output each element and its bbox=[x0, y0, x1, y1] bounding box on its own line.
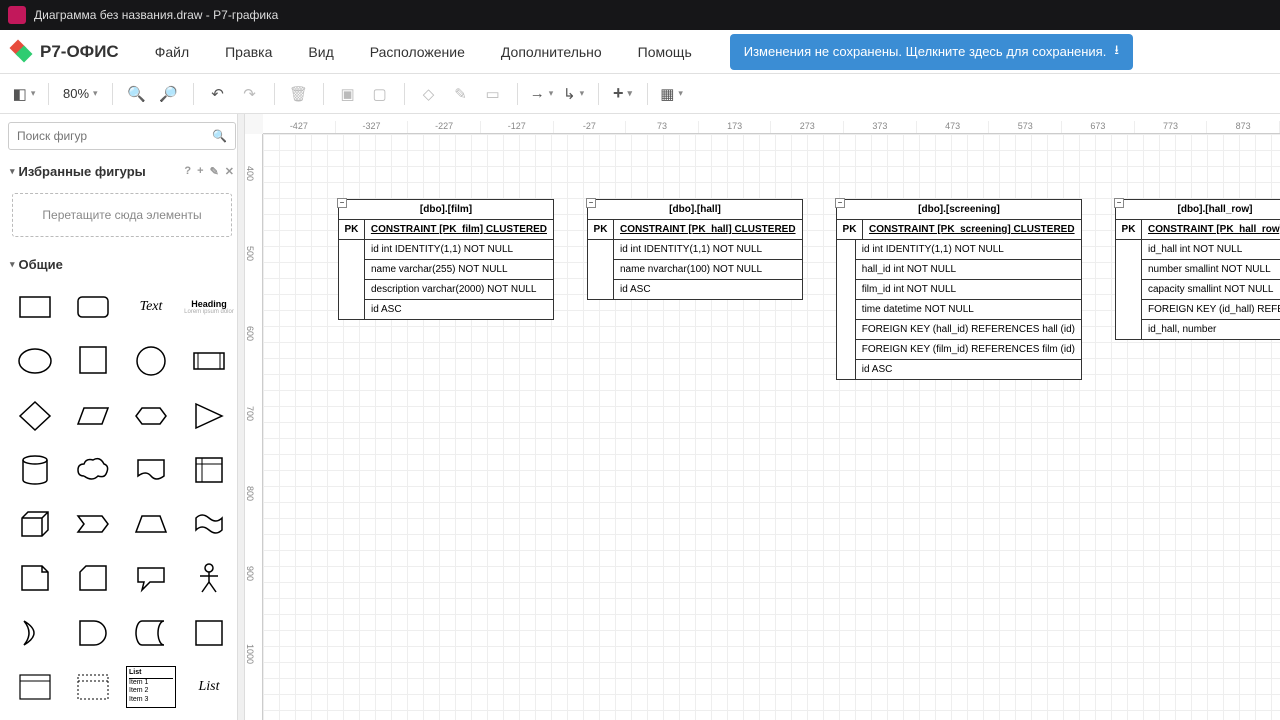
shape-card[interactable] bbox=[68, 557, 118, 599]
shape-cloud[interactable] bbox=[68, 449, 118, 491]
insert-button[interactable]: +▾ bbox=[609, 80, 637, 108]
toolbar: ◧▾ 80%▾ 🔍 🔎 ↶ ↷ 🗑 ▣ ▢ ◇ ✎ ▭ →▾ ↳▾ +▾ ▦▾ bbox=[0, 74, 1280, 114]
shape-parallelogram[interactable] bbox=[68, 395, 118, 437]
shape-process[interactable] bbox=[184, 340, 234, 382]
collapse-icon[interactable]: − bbox=[1114, 198, 1124, 208]
search-input[interactable] bbox=[17, 129, 212, 143]
menu-view[interactable]: Вид bbox=[290, 44, 351, 60]
shape-step[interactable] bbox=[68, 503, 118, 545]
favorites-panel-header[interactable]: ▾Избранные фигуры ? + ✎ ✕ bbox=[0, 158, 244, 185]
shape-internal-storage[interactable] bbox=[184, 449, 234, 491]
shape-list-text[interactable]: List bbox=[184, 666, 234, 708]
db-table-hall_row[interactable]: − [dbo].[hall_row] PKCONSTRAINT [PK_hall… bbox=[1115, 199, 1280, 340]
to-front-button[interactable]: ▣ bbox=[334, 80, 362, 108]
logo-icon bbox=[10, 40, 34, 64]
collapse-icon[interactable]: − bbox=[337, 198, 347, 208]
canvas-area: -427-327-227-127-27731732733734735736737… bbox=[245, 114, 1280, 720]
shape-tape[interactable] bbox=[184, 503, 234, 545]
db-table-film[interactable]: − [dbo].[film] PKCONSTRAINT [PK_film] CL… bbox=[338, 199, 554, 320]
redo-button[interactable]: ↷ bbox=[236, 80, 264, 108]
shape-heading[interactable]: HeadingLorem ipsum dolor bbox=[184, 286, 234, 328]
shape-and[interactable] bbox=[68, 612, 118, 654]
shape-list-items[interactable]: ListItem 1Item 2Item 3 bbox=[126, 666, 176, 708]
save-banner[interactable]: Изменения не сохранены. Щелкните здесь д… bbox=[730, 34, 1133, 70]
shape-diamond[interactable] bbox=[10, 395, 60, 437]
app-logo: Р7-ОФИС bbox=[10, 40, 119, 64]
logo-text: Р7-ОФИС bbox=[40, 42, 119, 62]
common-panel-header[interactable]: ▾Общие bbox=[0, 251, 244, 278]
edit-icon[interactable]: ✎ bbox=[210, 165, 219, 178]
menu-edit[interactable]: Правка bbox=[207, 44, 290, 60]
menubar: Р7-ОФИС Файл Правка Вид Расположение Доп… bbox=[0, 30, 1280, 74]
db-table-hall[interactable]: − [dbo].[hall] PKCONSTRAINT [PK_hall] CL… bbox=[587, 199, 803, 300]
shape-callout[interactable] bbox=[126, 557, 176, 599]
table-button[interactable]: ▦▾ bbox=[658, 80, 686, 108]
help-icon[interactable]: ? bbox=[184, 165, 191, 178]
sidebar-toggle-button[interactable]: ◧▾ bbox=[10, 80, 38, 108]
canvas[interactable]: − [dbo].[film] PKCONSTRAINT [PK_film] CL… bbox=[263, 134, 1280, 720]
shape-crescent[interactable] bbox=[10, 612, 60, 654]
shape-trapezoid[interactable] bbox=[126, 503, 176, 545]
zoom-out-button[interactable]: 🔎 bbox=[155, 80, 183, 108]
download-icon: ⭳ bbox=[1114, 41, 1119, 63]
shape-search[interactable]: 🔍 bbox=[8, 122, 236, 150]
favorites-drop-zone[interactable]: Перетащите сюда элементы bbox=[12, 193, 232, 237]
collapse-icon[interactable]: − bbox=[586, 198, 596, 208]
line-color-button[interactable]: ✎ bbox=[447, 80, 475, 108]
shape-triangle[interactable] bbox=[184, 395, 234, 437]
sidebar: 🔍 ▾Избранные фигуры ? + ✎ ✕ Перетащите с… bbox=[0, 114, 245, 720]
shape-cube[interactable] bbox=[10, 503, 60, 545]
window-title: Диаграмма без названия.draw - Р7-графика bbox=[34, 8, 278, 22]
shape-rect[interactable] bbox=[10, 286, 60, 328]
delete-button[interactable]: 🗑 bbox=[285, 80, 313, 108]
titlebar: Диаграмма без названия.draw - Р7-графика bbox=[0, 0, 1280, 30]
shape-document[interactable] bbox=[126, 449, 176, 491]
shape-square[interactable] bbox=[68, 340, 118, 382]
search-icon[interactable]: 🔍 bbox=[212, 129, 227, 143]
waypoints-button[interactable]: ↳▾ bbox=[560, 80, 588, 108]
zoom-select[interactable]: 80%▾ bbox=[59, 86, 102, 101]
shape-text[interactable]: Text bbox=[126, 286, 176, 328]
shape-cylinder[interactable] bbox=[10, 449, 60, 491]
shapes-palette: Text HeadingLorem ipsum dolor bbox=[0, 278, 244, 720]
shape-circle[interactable] bbox=[126, 340, 176, 382]
zoom-in-button[interactable]: 🔍 bbox=[123, 80, 151, 108]
shape-list-box[interactable] bbox=[10, 666, 60, 708]
menu-help[interactable]: Помощь bbox=[620, 44, 710, 60]
shadow-button[interactable]: ▭ bbox=[479, 80, 507, 108]
shape-actor[interactable] bbox=[184, 557, 234, 599]
undo-button[interactable]: ↶ bbox=[204, 80, 232, 108]
collapse-icon[interactable]: − bbox=[835, 198, 845, 208]
shape-note[interactable] bbox=[10, 557, 60, 599]
menu-file[interactable]: Файл bbox=[137, 44, 207, 60]
connection-button[interactable]: →▾ bbox=[528, 80, 556, 108]
add-icon[interactable]: + bbox=[197, 165, 203, 178]
fill-color-button[interactable]: ◇ bbox=[415, 80, 443, 108]
menu-arrange[interactable]: Расположение bbox=[352, 44, 483, 60]
to-back-button[interactable]: ▢ bbox=[366, 80, 394, 108]
db-table-screening[interactable]: − [dbo].[screening] PKCONSTRAINT [PK_scr… bbox=[836, 199, 1082, 380]
ruler-vertical: 4005006007008009001000 bbox=[245, 134, 263, 720]
menu-extras[interactable]: Дополнительно bbox=[483, 44, 620, 60]
app-icon bbox=[8, 6, 26, 24]
shape-data-storage[interactable] bbox=[126, 612, 176, 654]
shape-hexagon[interactable] bbox=[126, 395, 176, 437]
shape-rounded-rect[interactable] bbox=[68, 286, 118, 328]
save-banner-text: Изменения не сохранены. Щелкните здесь д… bbox=[744, 44, 1107, 59]
shape-ellipse[interactable] bbox=[10, 340, 60, 382]
close-icon[interactable]: ✕ bbox=[225, 165, 234, 178]
shape-list-dashed[interactable] bbox=[68, 666, 118, 708]
shape-container[interactable] bbox=[184, 612, 234, 654]
ruler-horizontal: -427-327-227-127-27731732733734735736737… bbox=[263, 114, 1280, 134]
